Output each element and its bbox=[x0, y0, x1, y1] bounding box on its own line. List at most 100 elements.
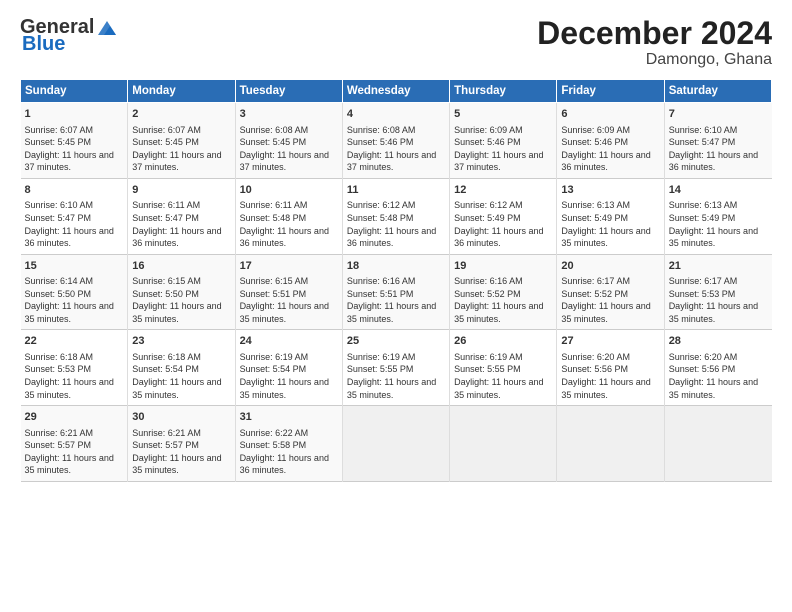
calendar-cell: 14 Sunrise: 6:13 AM Sunset: 5:49 PM Dayligh… bbox=[664, 178, 771, 254]
calendar-table: Sunday Monday Tuesday Wednesday Thursday… bbox=[20, 79, 772, 482]
daylight-text: Daylight: 11 hours and 35 minutes. bbox=[669, 226, 758, 249]
sunrise-text: Sunrise: 6:14 AM bbox=[25, 276, 94, 286]
calendar-cell: 8Sunrise: 6:10 AMSunset: 5:47 PMDaylight… bbox=[21, 178, 128, 254]
sunrise-text: Sunrise: 6:17 AM bbox=[561, 276, 630, 286]
sunset-text: Sunset: 5:51 PM bbox=[347, 289, 414, 299]
sunset-text: Sunset: 5:46 PM bbox=[561, 137, 628, 147]
col-sunday: Sunday bbox=[21, 80, 128, 103]
day-number: 11 bbox=[347, 183, 445, 198]
daylight-text: Daylight: 11 hours and 35 minutes. bbox=[454, 301, 543, 324]
calendar-cell bbox=[342, 406, 449, 482]
day-number: 3 bbox=[240, 107, 338, 122]
calendar-cell: 25Sunrise: 6:19 AMSunset: 5:55 PMDayligh… bbox=[342, 330, 449, 406]
calendar-cell: 26Sunrise: 6:19 AMSunset: 5:55 PMDayligh… bbox=[450, 330, 557, 406]
daylight-text: Daylight: 11 hours and 36 minutes. bbox=[454, 226, 543, 249]
calendar-week-1: 8Sunrise: 6:10 AMSunset: 5:47 PMDaylight… bbox=[21, 178, 772, 254]
calendar-cell: 28Sunrise: 6:20 AMSunset: 5:56 PMDayligh… bbox=[664, 330, 771, 406]
calendar-cell: 20Sunrise: 6:17 AMSunset: 5:52 PMDayligh… bbox=[557, 254, 664, 330]
daylight-text: Daylight: 11 hours and 35 minutes. bbox=[561, 301, 650, 324]
calendar-cell: 23Sunrise: 6:18 AMSunset: 5:54 PMDayligh… bbox=[128, 330, 235, 406]
sunset-text: Sunset: 5:48 PM bbox=[240, 213, 307, 223]
calendar-cell: 16 Sunrise: 6:15 AM Sunset: 5:50 PM Dayligh… bbox=[128, 254, 235, 330]
logo-icon bbox=[96, 17, 118, 39]
sunset-text: Sunset: 5:49 PM bbox=[561, 213, 628, 223]
daylight-text: Daylight: 11 hours and 37 minutes. bbox=[240, 150, 329, 173]
sunset-text: Sunset: 5:47 PM bbox=[25, 213, 92, 223]
daylight-text: Daylight: 11 hours and 35 minutes. bbox=[347, 301, 436, 324]
sunset-text: Sunset: 5:46 PM bbox=[347, 137, 414, 147]
sunrise-text: Sunrise: 6:20 AM bbox=[561, 352, 630, 362]
header: General Blue December 2024 Damongo, Ghan… bbox=[20, 16, 772, 69]
sunrise-text: Sunrise: 6:07 AM bbox=[25, 125, 94, 135]
sunset-text: Sunset: 5:50 PM bbox=[132, 289, 199, 299]
day-number: 13 bbox=[561, 183, 659, 198]
sunset-text: Sunset: 5:45 PM bbox=[240, 137, 307, 147]
sunset-text: Sunset: 5:54 PM bbox=[132, 364, 199, 374]
day-number: 27 bbox=[561, 334, 659, 349]
daylight-text: Daylight: 11 hours and 35 minutes. bbox=[132, 301, 221, 324]
day-number: 4 bbox=[347, 107, 445, 122]
day-number: 22 bbox=[25, 334, 124, 349]
logo-text-blue: Blue bbox=[22, 33, 65, 56]
daylight-text: Daylight: 11 hours and 36 minutes. bbox=[561, 150, 650, 173]
calendar-cell bbox=[557, 406, 664, 482]
daylight-text: Daylight: 11 hours and 36 minutes. bbox=[25, 226, 114, 249]
sunrise-text: Sunrise: 6:15 AM bbox=[132, 276, 201, 286]
sunset-text: Sunset: 5:47 PM bbox=[132, 213, 199, 223]
day-number: 25 bbox=[347, 334, 445, 349]
day-number: 6 bbox=[561, 107, 659, 122]
sunset-text: Sunset: 5:56 PM bbox=[561, 364, 628, 374]
col-saturday: Saturday bbox=[664, 80, 771, 103]
calendar-cell: 10Sunrise: 6:11 AMSunset: 5:48 PMDayligh… bbox=[235, 178, 342, 254]
sunrise-text: Sunrise: 6:19 AM bbox=[240, 352, 309, 362]
sunrise-text: Sunrise: 6:16 AM bbox=[454, 276, 523, 286]
sunrise-text: Sunrise: 6:19 AM bbox=[347, 352, 416, 362]
day-number: 24 bbox=[240, 334, 338, 349]
day-number: 29 bbox=[25, 410, 124, 425]
daylight-text: Daylight: 11 hours and 37 minutes. bbox=[454, 150, 543, 173]
daylight-text: Daylight: 11 hours and 36 minutes. bbox=[347, 226, 436, 249]
sunset-text: Sunset: 5:49 PM bbox=[454, 213, 521, 223]
daylight-text: Daylight: 11 hours and 37 minutes. bbox=[25, 150, 114, 173]
daylight-text: Daylight: 11 hours and 35 minutes. bbox=[25, 453, 114, 476]
sunrise-text: Sunrise: 6:13 AM bbox=[669, 200, 738, 210]
day-number: 14 bbox=[669, 183, 768, 198]
header-row: Sunday Monday Tuesday Wednesday Thursday… bbox=[21, 80, 772, 103]
day-number: 31 bbox=[240, 410, 338, 425]
calendar-cell: 4Sunrise: 6:08 AMSunset: 5:46 PMDaylight… bbox=[342, 103, 449, 179]
day-number: 10 bbox=[240, 183, 338, 198]
title-block: December 2024 Damongo, Ghana bbox=[537, 16, 772, 69]
daylight-text: Daylight: 11 hours and 36 minutes. bbox=[132, 226, 221, 249]
daylight-text: Daylight: 11 hours and 35 minutes. bbox=[25, 301, 114, 324]
sunrise-text: Sunrise: 6:21 AM bbox=[25, 428, 94, 438]
sunrise-text: Sunrise: 6:12 AM bbox=[454, 200, 523, 210]
sunrise-text: Sunrise: 6:11 AM bbox=[132, 200, 200, 210]
daylight-text: Daylight: 11 hours and 35 minutes. bbox=[561, 226, 650, 249]
calendar-week-0: 1Sunrise: 6:07 AMSunset: 5:45 PMDaylight… bbox=[21, 103, 772, 179]
day-number: 23 bbox=[132, 334, 230, 349]
calendar-week-3: 22Sunrise: 6:18 AMSunset: 5:53 PMDayligh… bbox=[21, 330, 772, 406]
day-number: 16 bbox=[132, 259, 230, 274]
calendar-cell: 19Sunrise: 6:16 AMSunset: 5:52 PMDayligh… bbox=[450, 254, 557, 330]
daylight-text: Daylight: 11 hours and 35 minutes. bbox=[669, 377, 758, 400]
day-number: 15 bbox=[25, 259, 124, 274]
sunrise-text: Sunrise: 6:15 AM bbox=[240, 276, 309, 286]
sunset-text: Sunset: 5:55 PM bbox=[454, 364, 521, 374]
calendar-cell bbox=[664, 406, 771, 482]
col-wednesday: Wednesday bbox=[342, 80, 449, 103]
day-number: 12 bbox=[454, 183, 552, 198]
daylight-text: Daylight: 11 hours and 36 minutes. bbox=[240, 453, 329, 476]
day-number: 28 bbox=[669, 334, 768, 349]
col-friday: Friday bbox=[557, 80, 664, 103]
page: General Blue December 2024 Damongo, Ghan… bbox=[0, 0, 792, 612]
day-number: 5 bbox=[454, 107, 552, 122]
calendar-week-2: 15 Sunrise: 6:14 AM Sunset: 5:50 PM Dayligh… bbox=[21, 254, 772, 330]
sunset-text: Sunset: 5:52 PM bbox=[561, 289, 628, 299]
calendar-cell: 7Sunrise: 6:10 AMSunset: 5:47 PMDaylight… bbox=[664, 103, 771, 179]
day-number: 30 bbox=[132, 410, 230, 425]
sunset-text: Sunset: 5:54 PM bbox=[240, 364, 307, 374]
sunrise-text: Sunrise: 6:12 AM bbox=[347, 200, 416, 210]
sunset-text: Sunset: 5:49 PM bbox=[669, 213, 736, 223]
day-number: 8 bbox=[25, 183, 124, 198]
sunrise-text: Sunrise: 6:19 AM bbox=[454, 352, 523, 362]
